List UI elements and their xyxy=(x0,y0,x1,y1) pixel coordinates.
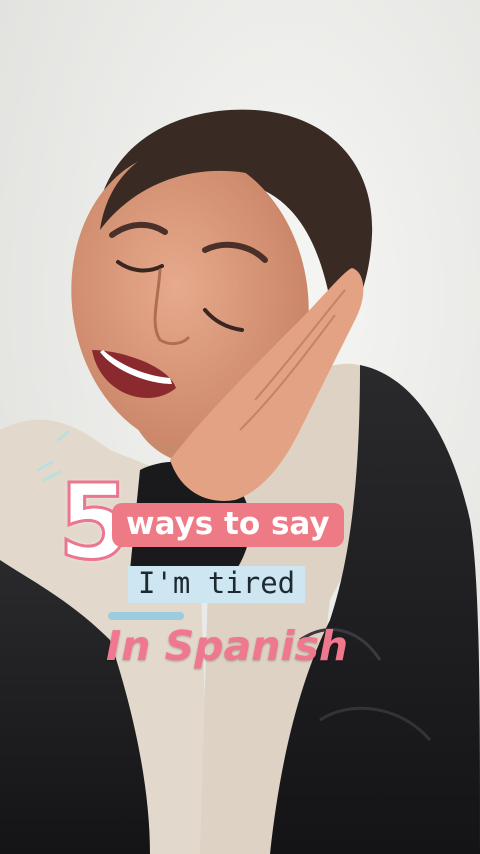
caption-im-tired: I'm tired xyxy=(128,566,306,604)
caption-overlay: 5 ways to say I'm tired In Spanish xyxy=(0,0,480,854)
highlight-dash xyxy=(108,612,184,620)
caption-in-spanish: In Spanish xyxy=(106,622,349,670)
caption-ways-to-say: ways to say xyxy=(112,503,344,548)
